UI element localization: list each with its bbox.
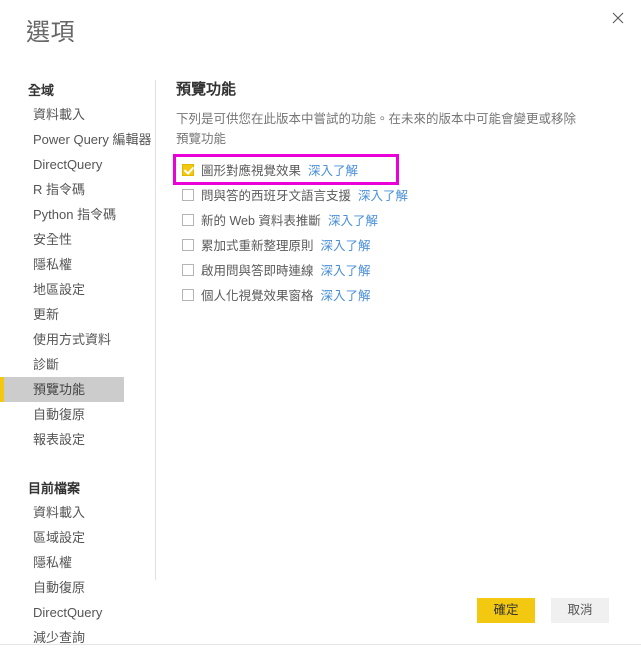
learn-more-link[interactable]: 深入了解 <box>358 185 408 204</box>
sidebar-item-label: 使用方式資料 <box>33 332 112 347</box>
sidebar-item-directquery[interactable]: DirectQuery <box>0 152 155 177</box>
checkbox-qna-live-connect[interactable] <box>182 263 194 276</box>
dialog-titlebar: 選項 <box>0 0 641 62</box>
sidebar-item-power-query-editor[interactable]: Power Query 編輯器 <box>0 127 155 152</box>
sidebar-item-label: 減少查詢 <box>33 630 86 645</box>
feature-label: 新的 Web 資料表推斷 <box>201 214 321 228</box>
ok-button[interactable]: 確定 <box>477 598 535 623</box>
sidebar-item-label: 更新 <box>33 307 60 322</box>
feature-label: 個人化視覺效果窗格 <box>201 289 314 303</box>
preview-features-panel: 預覽功能 下列是可供您在此版本中嘗試的功能。在未來的版本中可能會變更或移除預覽功… <box>173 78 616 307</box>
sidebar-item-report-settings[interactable]: 報表設定 <box>0 427 155 452</box>
learn-more-link[interactable]: 深入了解 <box>308 160 358 179</box>
sidebar-item-label: 自動復原 <box>33 580 86 595</box>
learn-more-link[interactable]: 深入了解 <box>321 235 371 254</box>
cancel-button[interactable]: 取消 <box>551 598 609 623</box>
sidebar-item-label: 隱私權 <box>33 257 73 272</box>
feature-row[interactable]: 新的 Web 資料表推斷 深入了解 <box>176 207 616 232</box>
sidebar-item-label: DirectQuery <box>33 157 103 172</box>
dialog-footer: 確定 取消 <box>0 598 641 628</box>
sidebar-item-label: 安全性 <box>33 232 73 247</box>
sidebar-divider <box>155 80 156 580</box>
learn-more-link[interactable]: 深入了解 <box>321 260 371 279</box>
sidebar-item-privacy[interactable]: 隱私權 <box>0 252 155 277</box>
feature-checkbox-list: 圖形對應視覺效果 深入了解 問與答的西班牙文語言支援 深入了解 新的 Web 資… <box>173 154 616 307</box>
learn-more-link[interactable]: 深入了解 <box>321 285 371 304</box>
panel-heading: 預覽功能 <box>176 81 237 98</box>
sidebar-item-usage-data[interactable]: 使用方式資料 <box>0 327 155 352</box>
sidebar-item-label: 地區設定 <box>33 282 86 297</box>
feature-row[interactable]: 累加式重新整理原則 深入了解 <box>176 232 616 257</box>
sidebar-item-label: Power Query 編輯器 <box>33 132 152 147</box>
sidebar-item-label: 資料載入 <box>33 107 86 122</box>
sidebar-item-label: Python 指令碼 <box>33 207 117 222</box>
sidebar-item-updates[interactable]: 更新 <box>0 302 155 327</box>
sidebar-group-header-global: 全域 <box>28 83 55 98</box>
checkbox-shape-map-visual[interactable] <box>182 163 194 176</box>
sidebar-item-file-data-load[interactable]: 資料載入 <box>0 500 155 525</box>
feature-label: 累加式重新整理原則 <box>201 239 314 253</box>
sidebar-navigation[interactable]: 全域 資料載入 Power Query 編輯器 DirectQuery R 指令… <box>0 75 155 651</box>
sidebar-item-regional-settings[interactable]: 地區設定 <box>0 277 155 302</box>
sidebar-group-header-current-file: 目前檔案 <box>28 481 81 496</box>
feature-row[interactable]: 個人化視覺效果窗格 深入了解 <box>176 282 616 307</box>
sidebar-item-security[interactable]: 安全性 <box>0 227 155 252</box>
sidebar-item-label: 資料載入 <box>33 505 86 520</box>
panel-description: 下列是可供您在此版本中嘗試的功能。在未來的版本中可能會變更或移除預覽功能 <box>176 112 577 146</box>
feature-label: 啟用問與答即時連線 <box>201 264 314 278</box>
sidebar-item-file-regional-settings[interactable]: 區域設定 <box>0 525 155 550</box>
feature-label: 問與答的西班牙文語言支援 <box>201 189 352 203</box>
sidebar-item-label: 區域設定 <box>33 530 86 545</box>
feature-label: 圖形對應視覺效果 <box>201 164 302 178</box>
sidebar-item-r-scripting[interactable]: R 指令碼 <box>0 177 155 202</box>
feature-row[interactable]: 啟用問與答即時連線 深入了解 <box>176 257 616 282</box>
sidebar-item-label: 報表設定 <box>33 432 86 447</box>
sidebar-item-label: 預覽功能 <box>33 382 86 397</box>
options-dialog: 選項 全域 資料載入 Power Query 編輯器 DirectQuery R… <box>0 0 641 651</box>
sidebar-item-data-load[interactable]: 資料載入 <box>0 102 155 127</box>
sidebar-item-file-privacy[interactable]: 隱私權 <box>0 550 155 575</box>
footer-divider <box>0 644 641 645</box>
sidebar-item-auto-recovery[interactable]: 自動復原 <box>0 402 155 427</box>
feature-row[interactable]: 問與答的西班牙文語言支援 深入了解 <box>176 182 616 207</box>
sidebar-item-label: 隱私權 <box>33 555 73 570</box>
sidebar-item-file-auto-recovery[interactable]: 自動復原 <box>0 575 155 600</box>
feature-row[interactable]: 圖形對應視覺效果 深入了解 <box>173 154 399 185</box>
sidebar-group-global: 全域 資料載入 Power Query 編輯器 DirectQuery R 指令… <box>0 80 155 452</box>
sidebar-item-preview-features[interactable]: 預覽功能 <box>0 377 124 402</box>
checkbox-incremental-refresh-policy[interactable] <box>182 238 194 251</box>
sidebar-item-label: R 指令碼 <box>33 182 86 197</box>
sidebar-item-label: 自動復原 <box>33 407 86 422</box>
checkbox-qna-spanish-language-support[interactable] <box>182 188 194 201</box>
checkbox-new-web-table-inference[interactable] <box>182 213 194 226</box>
sidebar-item-file-query-reduction[interactable]: 減少查詢 <box>0 625 155 650</box>
sidebar-item-diagnostics[interactable]: 診斷 <box>0 352 155 377</box>
sidebar-item-python-scripting[interactable]: Python 指令碼 <box>0 202 155 227</box>
sidebar-item-label: 診斷 <box>33 357 60 372</box>
close-button[interactable] <box>601 3 635 33</box>
learn-more-link[interactable]: 深入了解 <box>328 210 378 229</box>
close-icon <box>612 12 624 24</box>
checkbox-personalize-visuals-pane[interactable] <box>182 288 194 301</box>
page-title: 選項 <box>26 19 75 46</box>
